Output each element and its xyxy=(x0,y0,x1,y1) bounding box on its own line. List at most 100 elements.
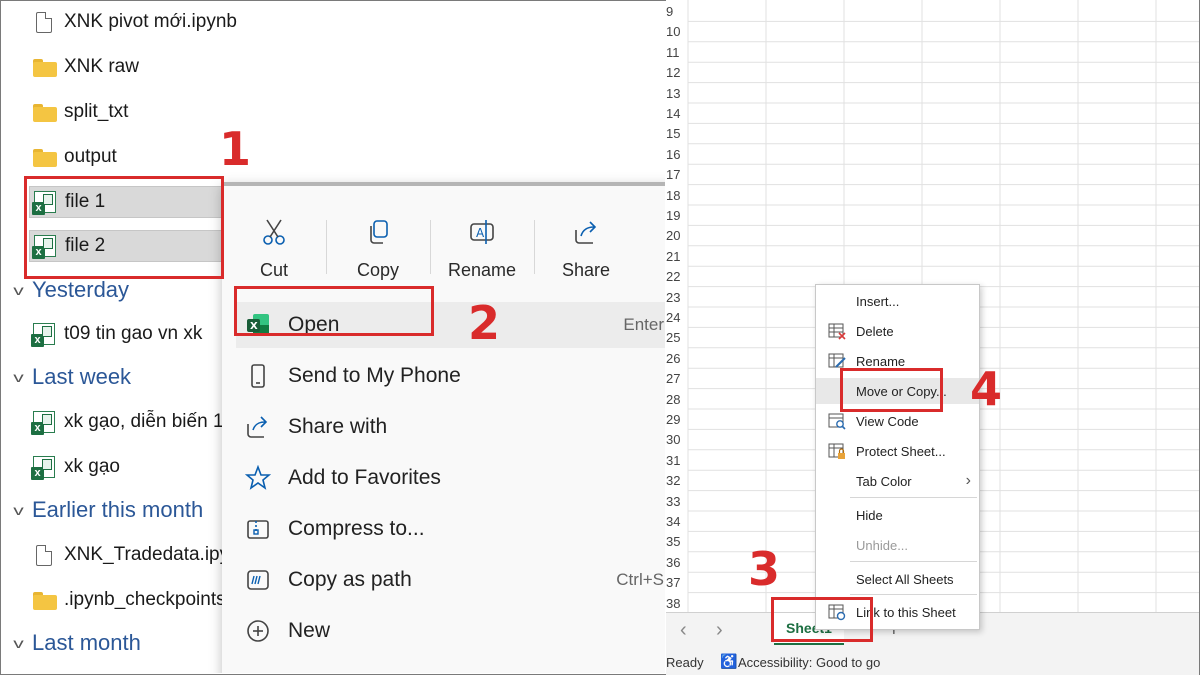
row-header[interactable]: 34 xyxy=(666,514,688,529)
share-with-icon xyxy=(244,413,272,441)
highlight-box-step3 xyxy=(771,597,873,642)
sheet-tab-context-menu: Insert... Delete Rename Move or Copy... … xyxy=(815,284,980,630)
folder-item[interactable]: .ipynb_checkpoints xyxy=(33,585,226,615)
row-header[interactable]: 26 xyxy=(666,351,688,366)
row-header[interactable]: 32 xyxy=(666,473,688,488)
group-label: Last month xyxy=(32,630,141,655)
new-label: New xyxy=(288,619,331,642)
send-to-phone-label: Send to My Phone xyxy=(288,364,461,387)
hide-label: Hide xyxy=(856,507,883,523)
rename-button[interactable]: A Rename xyxy=(430,214,534,284)
chevron-down-icon: v xyxy=(13,282,24,298)
unhide-label: Unhide... xyxy=(856,537,909,553)
insert-menu-item[interactable]: Insert... xyxy=(816,288,979,314)
copy-as-path-label: Copy as path xyxy=(288,568,412,591)
row-header[interactable]: 36 xyxy=(666,555,688,570)
row-header[interactable]: 31 xyxy=(666,453,688,468)
row-header[interactable]: 37 xyxy=(666,575,688,590)
sheet-nav-next-button[interactable]: › xyxy=(716,619,723,642)
row-header[interactable]: 33 xyxy=(666,494,688,509)
path-icon xyxy=(244,566,272,594)
copy-as-path-menu-item[interactable]: Copy as path Ctrl+S xyxy=(236,557,665,603)
add-to-favorites-menu-item[interactable]: Add to Favorites xyxy=(236,455,665,501)
group-header-last-week[interactable]: v Last week xyxy=(13,364,132,390)
file-name: xk gạo, diễn biến 1 xyxy=(64,411,224,432)
copy-button[interactable]: Copy xyxy=(326,214,430,284)
row-header[interactable]: 23 xyxy=(666,290,688,305)
chevron-down-icon: v xyxy=(13,369,24,385)
row-header[interactable]: 12 xyxy=(666,65,688,80)
sheet-nav-prev-button[interactable]: ‹ xyxy=(680,619,687,642)
delete-menu-item[interactable]: Delete xyxy=(816,318,979,344)
group-header-yesterday[interactable]: v Yesterday xyxy=(13,277,129,303)
hide-menu-item[interactable]: Hide xyxy=(816,502,979,528)
row-header[interactable]: 15 xyxy=(666,126,688,141)
row-header[interactable]: 29 xyxy=(666,412,688,427)
file-item[interactable]: xk gạo xyxy=(31,452,120,482)
row-header[interactable]: 16 xyxy=(666,147,688,162)
row-header[interactable]: 27 xyxy=(666,371,688,386)
status-accessibility[interactable]: Accessibility: Good to go xyxy=(738,655,880,670)
row-header[interactable]: 9 xyxy=(666,4,688,19)
row-header[interactable]: 11 xyxy=(666,45,688,60)
status-bar: Ready ♿ Accessibility: Good to go xyxy=(666,650,1199,675)
row-header[interactable]: 30 xyxy=(666,432,688,447)
row-header[interactable]: 10 xyxy=(666,24,688,39)
cut-button[interactable]: Cut xyxy=(222,214,326,284)
row-header[interactable]: 22 xyxy=(666,269,688,284)
svg-text:A: A xyxy=(476,226,485,240)
folder-icon xyxy=(33,589,57,611)
rename-sheet-label: Rename xyxy=(856,353,906,369)
folder-item[interactable]: split_txt xyxy=(33,97,128,127)
select-all-sheets-label: Select All Sheets xyxy=(856,571,954,587)
share-with-menu-item[interactable]: Share with xyxy=(236,404,665,450)
row-header[interactable]: 18 xyxy=(666,188,688,203)
file-item[interactable]: xk gạo, diễn biến 1 xyxy=(31,407,224,437)
row-header[interactable]: 17 xyxy=(666,167,688,182)
row-header[interactable]: 19 xyxy=(666,208,688,223)
row-header[interactable]: 14 xyxy=(666,106,688,121)
row-header[interactable]: 21 xyxy=(666,249,688,264)
step-number-3: 3 xyxy=(748,542,781,596)
share-button[interactable]: Share xyxy=(534,214,638,284)
chevron-down-icon: v xyxy=(13,635,24,651)
insert-label: Insert... xyxy=(856,293,900,309)
folder-item[interactable]: output xyxy=(33,142,117,172)
menu-separator xyxy=(850,561,977,562)
status-ready: Ready xyxy=(666,655,704,670)
row-header[interactable]: 25 xyxy=(666,330,688,345)
plus-circle-icon xyxy=(244,617,272,645)
new-menu-item[interactable]: New xyxy=(236,608,665,654)
protect-sheet-icon xyxy=(828,442,846,460)
row-header[interactable]: 35 xyxy=(666,534,688,549)
group-header-last-month[interactable]: v Last month xyxy=(13,630,141,656)
select-all-sheets-menu-item[interactable]: Select All Sheets xyxy=(816,566,979,592)
row-header[interactable]: 20 xyxy=(666,228,688,243)
protect-sheet-label: Protect Sheet... xyxy=(856,443,946,459)
group-label: Last week xyxy=(32,364,132,389)
group-header-earlier-this-month[interactable]: v Earlier this month xyxy=(13,497,203,523)
send-to-phone-menu-item[interactable]: Send to My Phone xyxy=(236,353,665,399)
excel-file-icon xyxy=(31,411,55,435)
protect-sheet-menu-item[interactable]: Protect Sheet... xyxy=(816,438,979,464)
star-icon xyxy=(244,464,272,492)
file-item[interactable]: XNK_Tradedata.ipy xyxy=(33,540,229,570)
menu-separator xyxy=(850,497,977,498)
notebook-file-icon xyxy=(36,544,52,566)
folder-item[interactable]: XNK raw xyxy=(33,52,139,82)
compress-to-label: Compress to... xyxy=(288,517,425,540)
row-header[interactable]: 24 xyxy=(666,310,688,325)
folder-name: .ipynb_checkpoints xyxy=(64,589,226,610)
folder-icon xyxy=(33,56,57,78)
copy-as-path-shortcut: Ctrl+S xyxy=(616,570,664,589)
tab-color-menu-item[interactable]: Tab Color › xyxy=(816,468,979,494)
compress-to-menu-item[interactable]: Compress to... xyxy=(236,506,665,552)
copy-label: Copy xyxy=(356,260,400,280)
step-number-4: 4 xyxy=(970,362,1003,416)
file-item[interactable]: XNK pivot mới.ipynb xyxy=(33,7,237,37)
row-header[interactable]: 28 xyxy=(666,392,688,407)
row-header[interactable]: 13 xyxy=(666,86,688,101)
highlight-box-step4 xyxy=(840,368,943,412)
file-item[interactable]: t09 tin gao vn xk xyxy=(31,319,202,349)
row-header[interactable]: 38 xyxy=(666,596,688,611)
